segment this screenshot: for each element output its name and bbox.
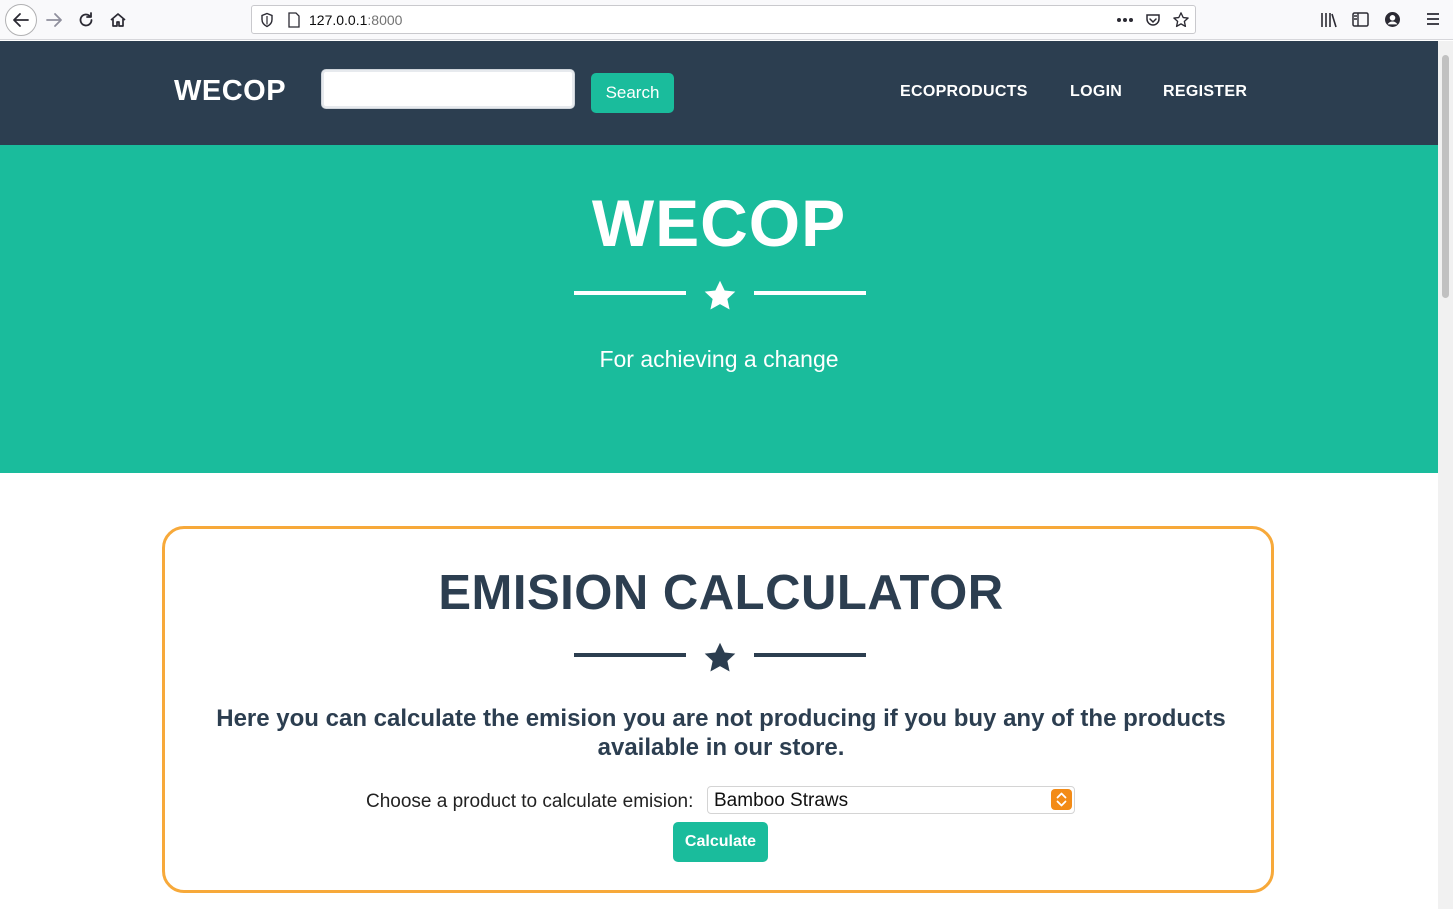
url-host: 127.0.0.1: [309, 12, 368, 28]
home-icon: [110, 13, 126, 27]
menu-icon[interactable]: [1426, 12, 1440, 26]
back-button[interactable]: [5, 4, 37, 36]
calculator-title: EMISION CALCULATOR: [438, 566, 1004, 620]
forward-button[interactable]: [40, 6, 68, 34]
home-button[interactable]: [104, 6, 132, 34]
address-bar[interactable]: 127.0.0.1:8000: [251, 5, 1196, 34]
divider-line: [574, 291, 686, 295]
scrollbar-thumb[interactable]: [1442, 55, 1449, 298]
search-button[interactable]: Search: [591, 73, 674, 113]
brand-logo[interactable]: WECOP: [174, 75, 286, 108]
search-input[interactable]: [321, 69, 575, 109]
calculator-divider: [574, 640, 866, 672]
url-port: :8000: [367, 12, 403, 28]
page-content: WECOP Search ECOPRODUCTS LOGIN REGISTER …: [0, 41, 1438, 909]
nav-link-ecoproducts[interactable]: ECOPRODUCTS: [900, 83, 1028, 101]
star-icon: [704, 642, 736, 672]
shield-icon[interactable]: [259, 12, 275, 28]
navbar: WECOP Search ECOPRODUCTS LOGIN REGISTER: [0, 41, 1438, 145]
calculator-description: Here you can calculate the emision you a…: [216, 705, 1226, 761]
bookmark-star-icon[interactable]: [1172, 11, 1190, 29]
page-scrollbar[interactable]: [1438, 41, 1453, 909]
library-icon[interactable]: [1320, 12, 1338, 28]
emission-calculator-panel: EMISION CALCULATOR Here you can calculat…: [162, 526, 1274, 893]
hero-subtitle: For achieving a change: [599, 346, 839, 372]
reload-icon: [79, 12, 93, 27]
nav-link-login[interactable]: LOGIN: [1070, 83, 1122, 101]
select-arrows-icon: [1051, 789, 1072, 810]
forward-icon: [46, 13, 62, 27]
back-icon: [13, 13, 29, 27]
reload-button[interactable]: [72, 6, 100, 34]
pocket-icon[interactable]: [1145, 12, 1161, 28]
divider-line: [574, 653, 686, 657]
url-text[interactable]: 127.0.0.1:8000: [309, 12, 402, 28]
divider-line: [754, 291, 866, 295]
hero-section: WECOP For achieving a change: [0, 145, 1438, 473]
calculate-button[interactable]: Calculate: [673, 822, 768, 862]
nav-link-register[interactable]: REGISTER: [1163, 83, 1247, 101]
page-icon: [288, 12, 300, 28]
star-icon: [704, 280, 736, 310]
account-icon[interactable]: [1384, 11, 1401, 28]
product-select-label: Choose a product to calculate emision:: [366, 791, 694, 812]
hero-divider: [574, 278, 866, 310]
sidebar-icon[interactable]: [1352, 12, 1369, 27]
hero-title: WECOP: [591, 186, 847, 260]
product-select-value: Bamboo Straws: [714, 790, 849, 811]
browser-toolbar: 127.0.0.1:8000: [0, 0, 1453, 40]
divider-line: [754, 653, 866, 657]
product-select[interactable]: Bamboo Straws: [707, 786, 1075, 814]
more-icon[interactable]: [1116, 17, 1134, 23]
